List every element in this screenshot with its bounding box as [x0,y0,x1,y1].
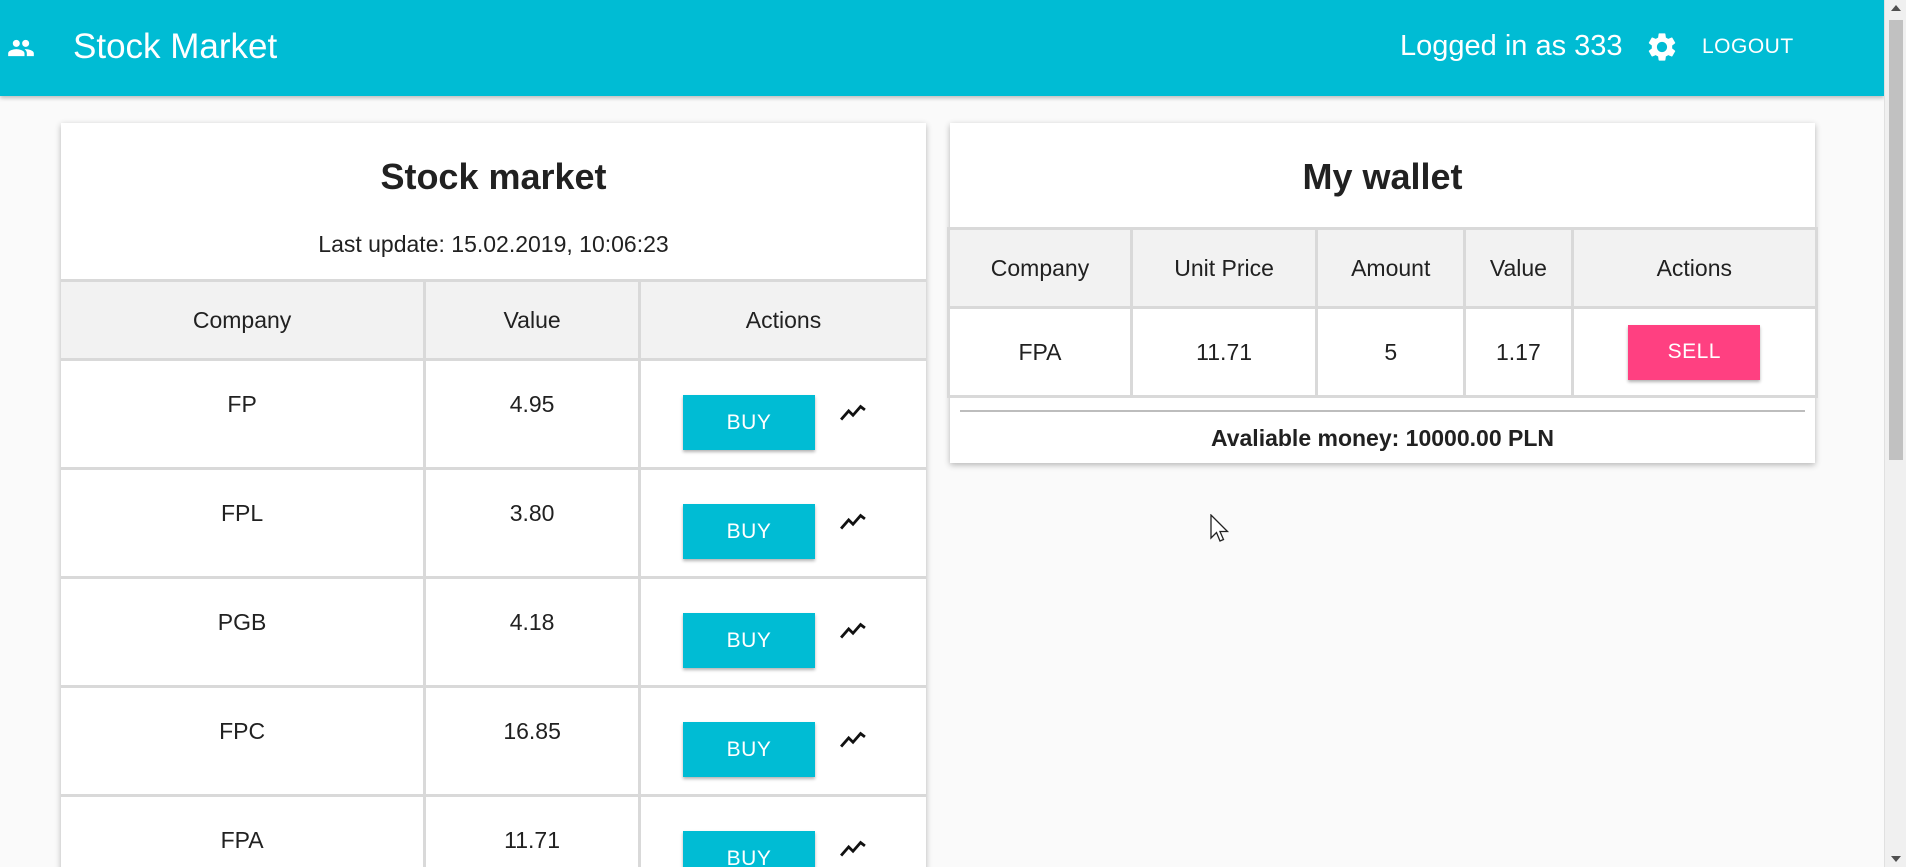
amount-cell: 5 [1318,309,1464,395]
scroll-down-arrow-icon[interactable] [1891,856,1901,862]
value-cell: 11.71 [426,797,638,867]
actions-cell: BUY [641,797,926,867]
column-header-actions: Actions [641,282,926,358]
wallet-table: Company Unit Price Amount Value Actions … [947,227,1818,398]
my-wallet-title: My wallet [1302,156,1463,197]
actions-cell: BUY [641,470,926,576]
sell-button[interactable]: SELL [1628,324,1761,380]
app-title: Stock Market [73,27,278,66]
value-cell: 3.80 [426,470,638,576]
stock-market-card: Stock market Last update: 15.02.2019, 10… [61,123,926,867]
trending-up-icon[interactable] [837,835,869,861]
value-cell: 4.18 [426,579,638,685]
people-icon[interactable] [4,34,38,62]
buy-button[interactable]: BUY [683,504,815,559]
actions-cell: BUY [641,688,926,794]
table-row: PGB 4.18 BUY [61,579,926,685]
app-window: Stock Market Logged in as 333 LOGOUT Sto… [0,0,1884,867]
company-cell: FPC [61,688,424,794]
scroll-thumb[interactable] [1889,20,1903,460]
value-cell: 4.95 [426,361,638,467]
unit-price-cell: 11.71 [1132,309,1316,395]
buy-button[interactable]: BUY [683,722,815,777]
company-cell: FPA [61,797,424,867]
table-row: FPA 11.71 5 1.17 SELL [950,309,1815,395]
column-header-unit-price[interactable]: Unit Price [1132,230,1316,306]
column-header-company[interactable]: Company [61,282,424,358]
actions-cell: BUY [641,579,926,685]
company-cell: PGB [61,579,424,685]
available-money-label: Avaliable money: 10000.00 PLN [1210,425,1555,451]
table-row: FPA 11.71 BUY [61,797,926,867]
column-header-value[interactable]: Value [426,282,638,358]
stock-market-table: Company Value Actions FP 4.95 BUY FPL 3.… [61,279,926,867]
buy-button[interactable]: BUY [683,613,815,668]
divider [960,410,1805,412]
table-header-row: Company Unit Price Amount Value Actions [950,230,1815,306]
column-header-company[interactable]: Company [950,230,1130,306]
column-header-actions: Actions [1573,230,1815,306]
trending-up-icon[interactable] [837,508,869,534]
table-row: FP 4.95 BUY [61,361,926,467]
gear-icon[interactable] [1645,30,1679,64]
table-row: FPL 3.80 BUY [61,470,926,576]
company-cell: FPL [61,470,424,576]
value-cell: 1.17 [1466,309,1571,395]
buy-button[interactable]: BUY [683,831,815,867]
my-wallet-card: My wallet Company Unit Price Amount Valu… [947,123,1818,463]
table-header-row: Company Value Actions [61,282,926,358]
trending-up-icon[interactable] [837,399,869,425]
last-update-label: Last update: 15.02.2019, 10:06:23 [318,231,669,257]
company-cell: FPA [950,309,1130,395]
window-edge [1906,0,1920,867]
table-row: FPC 16.85 BUY [61,688,926,794]
actions-cell: SELL [1573,309,1815,395]
vertical-scrollbar[interactable] [1884,0,1906,867]
scroll-up-arrow-icon[interactable] [1891,5,1901,11]
buy-button[interactable]: BUY [683,395,815,450]
column-header-amount[interactable]: Amount [1318,230,1464,306]
logged-in-user-label: Logged in as 333 [1400,30,1623,62]
company-cell: FP [61,361,424,467]
actions-cell: BUY [641,361,926,467]
mouse-cursor-icon [1210,514,1230,542]
top-toolbar: Stock Market Logged in as 333 LOGOUT [0,0,1884,96]
trending-up-icon[interactable] [837,726,869,752]
column-header-value[interactable]: Value [1466,230,1571,306]
trending-up-icon[interactable] [837,617,869,643]
value-cell: 16.85 [426,688,638,794]
stock-market-title: Stock market [380,156,607,197]
logout-button[interactable]: LOGOUT [1702,33,1794,61]
